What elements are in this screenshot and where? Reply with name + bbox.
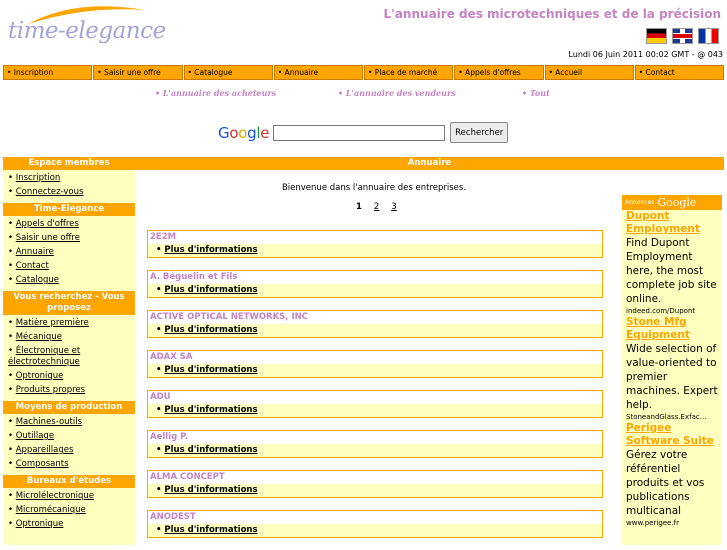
site-logo[interactable]: time-elegance (6, 4, 166, 50)
sidebar-item-electronique[interactable]: • Électronique et électrotechnique (8, 346, 135, 368)
company-name[interactable]: 2E2M (148, 231, 602, 244)
sidebar-section-title: Moyens de production (3, 401, 135, 414)
logo-text: time-elegance (8, 18, 166, 44)
link-annuaire-vendeurs[interactable]: • L'annuaire des vendeurs (338, 88, 456, 98)
sidebar-item-matiere-premiere[interactable]: • Matière première (8, 318, 135, 329)
sidebar-section-title: Time-Elegance (3, 203, 135, 216)
more-info-link[interactable]: • Plus d'informations (148, 484, 602, 497)
list-item: A. Béguelin et Fils • Plus d'information… (147, 270, 603, 298)
more-info-link[interactable]: • Plus d'informations (148, 404, 602, 417)
list-item: ADU • Plus d'informations (147, 390, 603, 418)
company-name[interactable]: ANODEST (148, 511, 602, 524)
link-annuaire-acheteurs[interactable]: • L'annuaire des acheteurs (155, 88, 276, 98)
company-name[interactable]: ACTIVE OPTICAL NETWORKS, INC (148, 311, 602, 324)
ad-item[interactable]: Perigee Software Suite Gérez votre référ… (622, 422, 722, 528)
sidebar-item-connectez-vous[interactable]: • Connectez-vous (8, 187, 135, 198)
sidebar-item-optronique[interactable]: • Optronique (8, 371, 135, 382)
ad-url[interactable]: StoneandGlass.Exfac... (626, 412, 718, 422)
french-flag-icon[interactable] (698, 28, 719, 44)
list-item: 2E2M • Plus d'informations (147, 230, 603, 258)
ad-text: Find Dupont Employment here, the most co… (626, 237, 717, 305)
top-navigation: • Inscription • Saisir une offre • Catal… (3, 65, 724, 80)
list-item: Aellig P. • Plus d'informations (147, 430, 603, 458)
sidebar-section-title: Espace membres (3, 157, 135, 170)
list-item: ADAX SA • Plus d'informations (147, 350, 603, 378)
sidebar-item-composants[interactable]: • Composants (8, 459, 135, 470)
current-datetime: Lundi 06 Juin 2011 00:02 GMT - @ 043 (568, 50, 723, 59)
nav-catalogue[interactable]: • Catalogue (183, 65, 273, 80)
company-name[interactable]: ALMA CONCEPT (148, 471, 602, 484)
language-flags (646, 28, 719, 44)
search-input[interactable] (273, 124, 446, 141)
nav-appels-offres[interactable]: • Appels d'offres (454, 65, 544, 80)
sidebar-item-catalogue[interactable]: • Catalogue (8, 275, 135, 286)
ad-text: Wide selection of value-oriented to prem… (626, 343, 718, 411)
list-item: ALMA CONCEPT • Plus d'informations (147, 470, 603, 498)
page-link-3[interactable]: 3 (391, 202, 396, 212)
google-logo: Google (218, 123, 270, 142)
welcome-text: Bienvenue dans l'annuaire des entreprise… (281, 183, 467, 193)
company-list: 2E2M • Plus d'informations A. Béguelin e… (147, 230, 603, 550)
ad-text: Gérez votre référentiel produits et vos … (626, 449, 705, 517)
more-info-link[interactable]: • Plus d'informations (148, 444, 602, 457)
annuaire-header: Annuaire (135, 157, 724, 170)
ad-title[interactable]: Dupont Employment (626, 210, 718, 236)
more-info-link[interactable]: • Plus d'informations (148, 364, 602, 377)
sidebar-item-optronique-be[interactable]: • Optronique (8, 519, 135, 530)
nav-accueil[interactable]: • Accueil (544, 65, 634, 80)
sidebar-item-produits-propres[interactable]: • Produits propres (8, 385, 135, 396)
sidebar-item-appareillages[interactable]: • Appareillages (8, 445, 135, 456)
search-button[interactable]: Rechercher (450, 122, 509, 143)
ad-item[interactable]: Stone Mfg Equipment Wide selection of va… (622, 316, 722, 422)
page-link-2[interactable]: 2 (374, 202, 379, 212)
google-ads-panel: Annonces Google Dupont Employment Find D… (622, 195, 722, 545)
sidebar-item-machines-outils[interactable]: • Machines-outils (8, 417, 135, 428)
directory-filter-links: • L'annuaire des acheteurs • L'annuaire … (0, 88, 727, 100)
sidebar-item-contact[interactable]: • Contact (8, 261, 135, 272)
ad-item[interactable]: Dupont Employment Find Dupont Employment… (622, 210, 722, 316)
sidebar-item-micromecanique[interactable]: • Micromécanique (8, 505, 135, 516)
sidebar-item-inscription[interactable]: • Inscription (8, 173, 135, 184)
nav-annuaire[interactable]: • Annuaire (273, 65, 363, 80)
sidebar-item-microelectronique[interactable]: • Microlélectronique (8, 491, 135, 502)
more-info-link[interactable]: • Plus d'informations (148, 244, 602, 257)
nav-saisir-offre[interactable]: • Saisir une offre (93, 65, 183, 80)
google-search: Google Rechercher (218, 122, 509, 143)
company-name[interactable]: Aellig P. (148, 431, 602, 444)
pagination: 1 2 3 (356, 202, 406, 212)
list-item: ANODEST • Plus d'informations (147, 510, 603, 538)
sidebar-section-title: Bureaux d'études (3, 475, 135, 488)
ad-url[interactable]: indeed.com/Dupont (626, 306, 718, 316)
ads-label: Annonces (625, 199, 655, 206)
sidebar-item-mecanique[interactable]: • Mécanique (8, 332, 135, 343)
more-info-link[interactable]: • Plus d'informations (148, 284, 602, 297)
ad-title[interactable]: Stone Mfg Equipment (626, 316, 718, 342)
more-info-link[interactable]: • Plus d'informations (148, 324, 602, 337)
sidebar-item-annuaire[interactable]: • Annuaire (8, 247, 135, 258)
sidebar-item-appels-offres[interactable]: • Appels d'offres (8, 219, 135, 230)
sidebar-section-title: Vous recherchez - Vous proposez (3, 291, 135, 315)
link-tout[interactable]: • Tout (522, 88, 550, 98)
nav-inscription[interactable]: • Inscription (3, 65, 93, 80)
sidebar-item-outillage[interactable]: • Outillage (8, 431, 135, 442)
ad-title[interactable]: Perigee Software Suite (626, 422, 718, 448)
company-name[interactable]: ADAX SA (148, 351, 602, 364)
sidebar-item-saisir-offre[interactable]: • Saisir une offre (8, 233, 135, 244)
ads-header: Annonces Google (622, 195, 722, 210)
site-tagline: L'annuaire des microtechniques et de la … (383, 7, 721, 21)
page-current: 1 (356, 202, 362, 212)
ad-url[interactable]: www.perigee.fr (626, 518, 718, 528)
nav-contact[interactable]: • Contact (634, 65, 724, 80)
english-flag-icon[interactable] (672, 28, 693, 44)
more-info-link[interactable]: • Plus d'informations (148, 524, 602, 537)
company-name[interactable]: A. Béguelin et Fils (148, 271, 602, 284)
nav-place-de-marche[interactable]: • Place de marché (364, 65, 454, 80)
german-flag-icon[interactable] (646, 28, 667, 44)
left-sidebar: Espace membres • Inscription • Connectez… (3, 157, 135, 545)
company-name[interactable]: ADU (148, 391, 602, 404)
ads-google-logo: Google (657, 196, 697, 209)
list-item: ACTIVE OPTICAL NETWORKS, INC • Plus d'in… (147, 310, 603, 338)
